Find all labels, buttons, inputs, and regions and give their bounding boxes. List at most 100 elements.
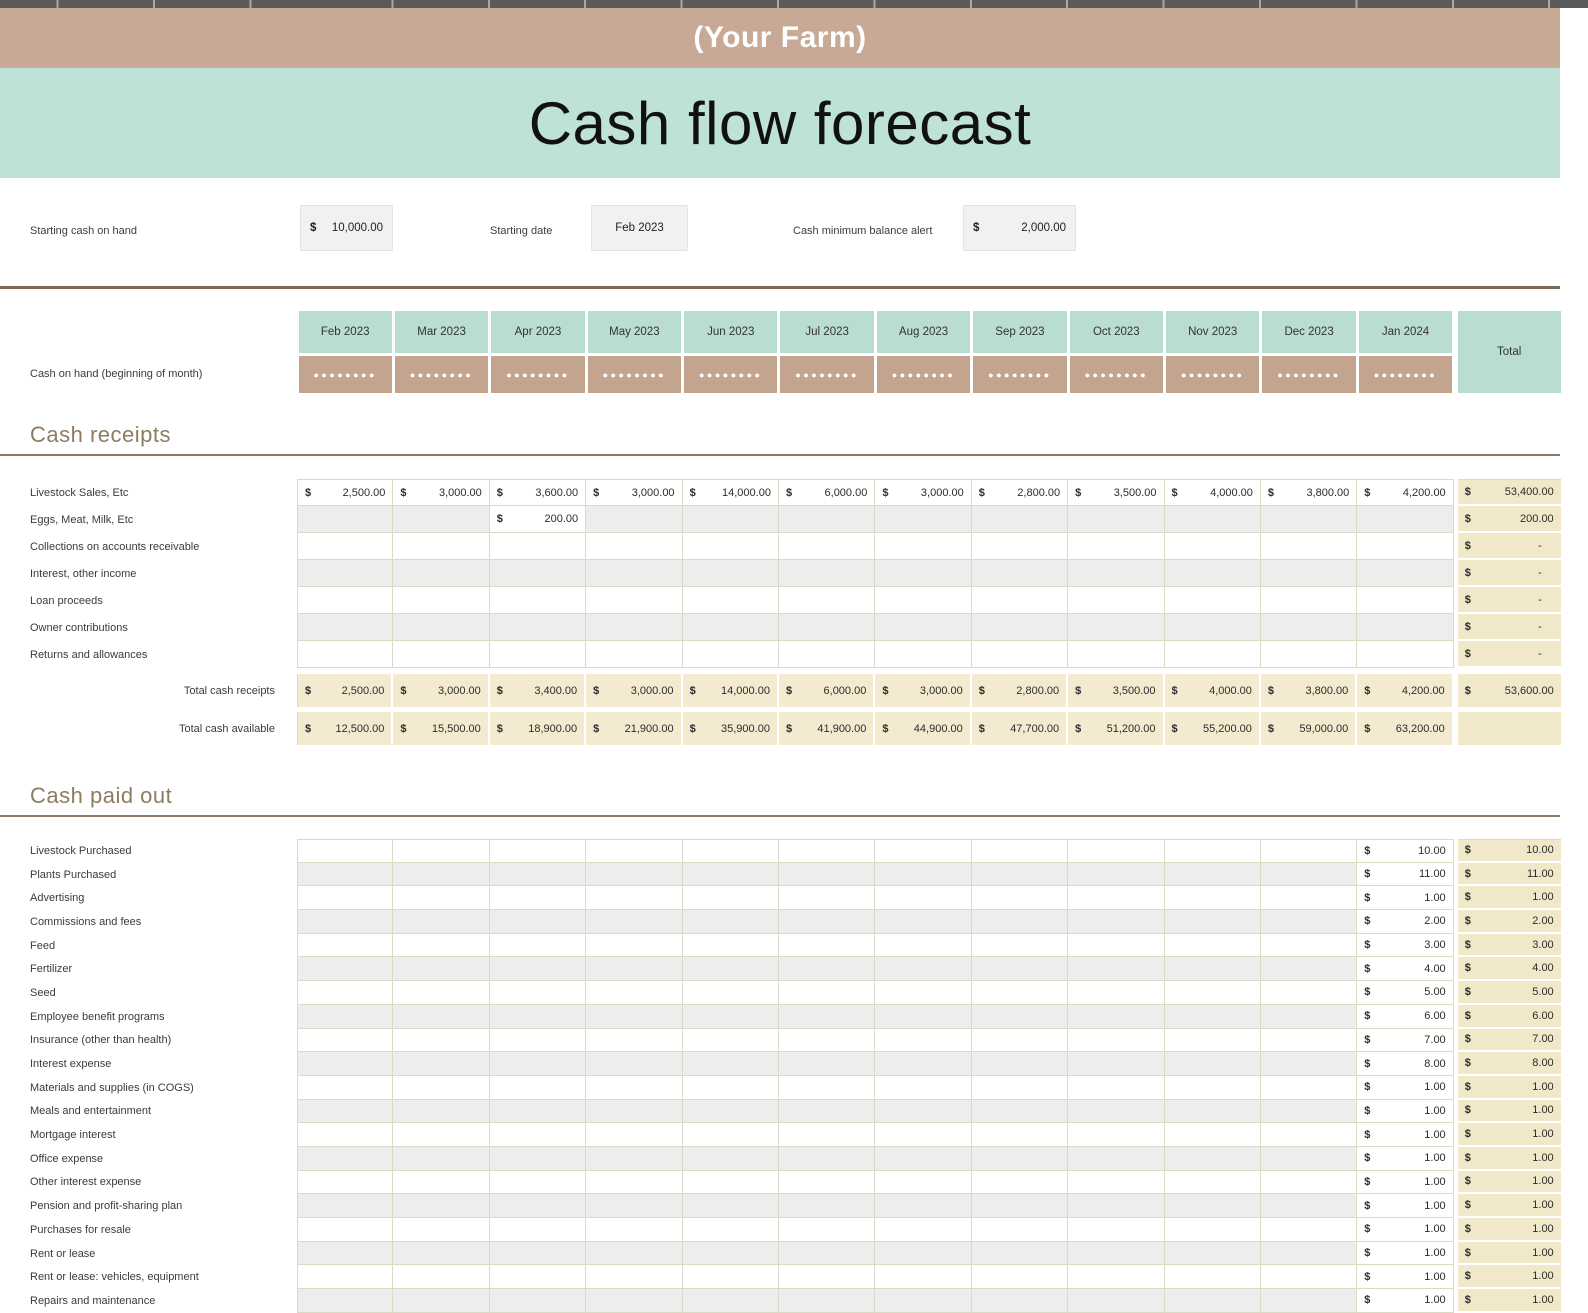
money-cell[interactable]: [393, 1171, 489, 1195]
row-total-cell[interactable]: $4.00: [1458, 957, 1561, 981]
money-cell[interactable]: $200.00: [490, 506, 586, 533]
money-cell[interactable]: [297, 1289, 393, 1313]
row-total-cell[interactable]: $1.00: [1458, 1194, 1561, 1218]
row-total-cell[interactable]: $1.00: [1458, 1147, 1561, 1171]
money-cell[interactable]: [683, 1029, 779, 1053]
row-total-cell[interactable]: $1.00: [1458, 1289, 1561, 1313]
money-cell[interactable]: [1165, 641, 1261, 668]
money-cell[interactable]: [1165, 886, 1261, 910]
money-cell[interactable]: [875, 1076, 971, 1100]
money-cell[interactable]: [779, 641, 875, 668]
money-cell[interactable]: [1068, 1029, 1164, 1053]
money-cell[interactable]: [1261, 981, 1357, 1005]
money-cell[interactable]: [972, 1265, 1068, 1289]
money-cell[interactable]: [779, 614, 875, 641]
row-total-cell[interactable]: $53,400.00: [1458, 479, 1561, 506]
money-cell[interactable]: [586, 614, 682, 641]
money-cell[interactable]: [779, 1123, 875, 1147]
money-cell[interactable]: [393, 863, 489, 887]
money-cell[interactable]: [1357, 614, 1453, 641]
money-cell[interactable]: [1165, 533, 1261, 560]
money-cell[interactable]: [1165, 1005, 1261, 1029]
money-cell[interactable]: $3,000.00: [875, 674, 971, 707]
money-cell[interactable]: [779, 910, 875, 934]
money-cell[interactable]: [297, 614, 393, 641]
money-cell[interactable]: [1261, 533, 1357, 560]
money-cell[interactable]: [297, 1242, 393, 1266]
row-total-cell[interactable]: $1.00: [1458, 1218, 1561, 1242]
money-cell[interactable]: [875, 1005, 971, 1029]
money-cell[interactable]: [779, 506, 875, 533]
money-cell[interactable]: [297, 981, 393, 1005]
money-cell[interactable]: [1261, 1171, 1357, 1195]
money-cell[interactable]: [683, 1218, 779, 1242]
money-cell[interactable]: [779, 1005, 875, 1029]
money-cell[interactable]: [1261, 506, 1357, 533]
money-cell[interactable]: [1068, 1265, 1164, 1289]
money-cell[interactable]: [972, 1147, 1068, 1171]
money-cell[interactable]: [490, 1076, 586, 1100]
money-cell[interactable]: [586, 839, 682, 863]
row-total-cell[interactable]: $-: [1458, 587, 1561, 614]
money-cell[interactable]: [1261, 886, 1357, 910]
money-cell[interactable]: [1261, 1052, 1357, 1076]
money-cell[interactable]: $18,900.00: [490, 712, 586, 745]
money-cell[interactable]: [1165, 839, 1261, 863]
money-cell[interactable]: [490, 910, 586, 934]
money-cell[interactable]: [683, 1242, 779, 1266]
row-total-cell[interactable]: $11.00: [1458, 863, 1561, 887]
money-cell[interactable]: [875, 1123, 971, 1147]
money-cell[interactable]: [393, 1265, 489, 1289]
money-cell[interactable]: $1.00: [1357, 886, 1453, 910]
money-cell[interactable]: [875, 1029, 971, 1053]
money-cell[interactable]: [393, 910, 489, 934]
cash-on-hand-value-cell[interactable]: ●●●●●●●●: [1166, 356, 1259, 393]
money-cell[interactable]: [683, 506, 779, 533]
money-cell[interactable]: [1261, 641, 1357, 668]
money-cell[interactable]: [297, 1052, 393, 1076]
money-cell[interactable]: [1261, 957, 1357, 981]
row-total-cell[interactable]: $1.00: [1458, 1242, 1561, 1266]
money-cell[interactable]: [1261, 587, 1357, 614]
cash-on-hand-value-cell[interactable]: ●●●●●●●●: [877, 356, 970, 393]
money-cell[interactable]: [1068, 1123, 1164, 1147]
money-cell[interactable]: $4,200.00: [1357, 479, 1453, 506]
money-cell[interactable]: [393, 1029, 489, 1053]
row-total-cell[interactable]: $-: [1458, 614, 1561, 641]
money-cell[interactable]: $1.00: [1357, 1100, 1453, 1124]
money-cell[interactable]: [1357, 560, 1453, 587]
money-cell[interactable]: $35,900.00: [683, 712, 779, 745]
money-cell[interactable]: $4.00: [1357, 957, 1453, 981]
row-total-cell[interactable]: $5.00: [1458, 981, 1561, 1005]
money-cell[interactable]: [779, 533, 875, 560]
money-cell[interactable]: [1261, 839, 1357, 863]
money-cell[interactable]: [586, 910, 682, 934]
money-cell[interactable]: [393, 1218, 489, 1242]
money-cell[interactable]: $3,600.00: [490, 479, 586, 506]
money-cell[interactable]: [779, 1218, 875, 1242]
row-total-cell[interactable]: $1.00: [1458, 1265, 1561, 1289]
money-cell[interactable]: [875, 506, 971, 533]
cash-on-hand-value-cell[interactable]: ●●●●●●●●: [299, 356, 392, 393]
money-cell[interactable]: [297, 641, 393, 668]
money-cell[interactable]: [490, 1171, 586, 1195]
money-cell[interactable]: [1165, 560, 1261, 587]
row-total-cell[interactable]: $6.00: [1458, 1005, 1561, 1029]
money-cell[interactable]: [779, 839, 875, 863]
money-cell[interactable]: [393, 1052, 489, 1076]
money-cell[interactable]: [972, 1052, 1068, 1076]
money-cell[interactable]: [1165, 587, 1261, 614]
money-cell[interactable]: [972, 560, 1068, 587]
money-cell[interactable]: [1261, 1100, 1357, 1124]
money-cell[interactable]: [393, 560, 489, 587]
money-cell[interactable]: [875, 981, 971, 1005]
money-cell[interactable]: [875, 863, 971, 887]
money-cell[interactable]: [1068, 533, 1164, 560]
money-cell[interactable]: [972, 533, 1068, 560]
money-cell[interactable]: $41,900.00: [779, 712, 875, 745]
money-cell[interactable]: [875, 641, 971, 668]
money-cell[interactable]: [1068, 910, 1164, 934]
money-cell[interactable]: [490, 1052, 586, 1076]
money-cell[interactable]: [393, 1100, 489, 1124]
money-cell[interactable]: [297, 587, 393, 614]
